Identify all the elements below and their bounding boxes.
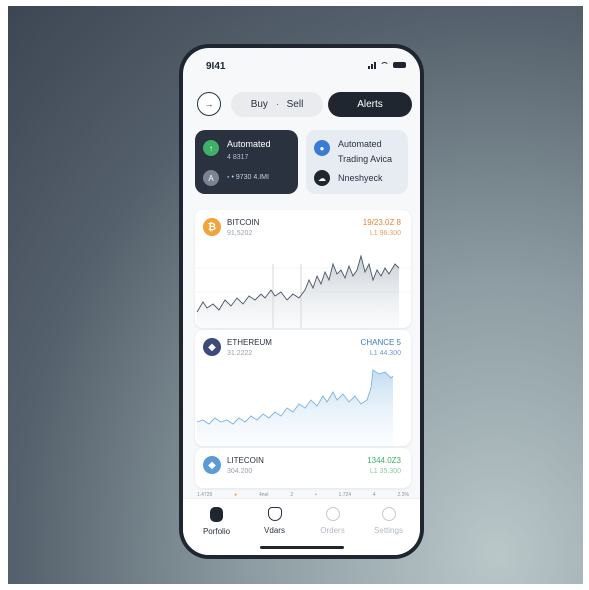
tab-label: Vdars <box>264 526 285 535</box>
shield-icon <box>267 507 282 521</box>
avatar-icon: A <box>203 170 219 186</box>
buy-label[interactable]: Buy <box>251 99 268 110</box>
automated-card-footer: ▪ • 9730 4.IMI <box>227 174 269 181</box>
trading-card-footer: Nneshyeck <box>338 173 383 183</box>
wifi-icon <box>380 61 389 69</box>
wallet-icon <box>210 507 223 522</box>
bitcoin-card[interactable]: ₿ BITCOIN 91,5202 19/23.0Z 8 L1 96.300 <box>195 210 411 328</box>
coin-value: 19/23.0Z 8 <box>362 218 401 227</box>
home-indicator[interactable] <box>260 546 344 549</box>
coin-value: CHANCE 5 <box>360 338 401 347</box>
automated-card-value: 4 8317 <box>227 154 249 161</box>
coin-value: 1344.0Z3 <box>367 456 401 465</box>
ethereum-card[interactable]: ◆ ETHEREUM 31.2222 CHANCE 5 L1 44.300 <box>195 330 411 446</box>
phone-screen: 9I41 → Buy · Sell Alerts ↑ Automated 4 8… <box>183 48 420 555</box>
automated-footer-text: • 9730 4.IMI <box>231 174 269 181</box>
coin-sub: 31.2222 <box>227 350 253 357</box>
back-button[interactable]: → <box>197 92 221 116</box>
ethereum-icon: ◆ <box>203 338 221 356</box>
status-time: 9I41 <box>206 61 226 72</box>
coin-price: L1 35.300 <box>369 468 401 475</box>
ethereum-chart <box>196 369 394 446</box>
coin-name: BITCOIN <box>227 218 260 227</box>
trading-card-title: Automated <box>338 139 382 149</box>
automated-card[interactable]: ↑ Automated 4 8317 A ▪ • 9730 4.IMI <box>195 130 298 194</box>
coin-sub: 304.200 <box>227 468 253 475</box>
tab-vdars[interactable]: Vdars <box>247 507 302 535</box>
coin-price: L1 96.300 <box>369 230 401 237</box>
tab-portfolio[interactable]: Porfolio <box>189 507 244 536</box>
signal-icon <box>368 61 376 69</box>
lock-icon: ▪ <box>227 174 230 181</box>
battery-icon <box>393 62 406 68</box>
arrow-right-icon: → <box>204 99 214 109</box>
toggle-separator: · <box>275 100 279 109</box>
trading-card[interactable]: ● Automated Trading Avica ☁ Nneshyeck <box>306 130 408 194</box>
cloud-icon: ☁ <box>314 170 330 186</box>
up-arrow-icon: ↑ <box>203 140 219 156</box>
tab-label: Orders <box>320 526 345 535</box>
litecoin-card[interactable]: ◆ LITECOIN 304.200 1344.0Z3 L1 35.300 <box>195 448 411 488</box>
tab-orders[interactable]: Orders <box>305 507 360 535</box>
tab-label: Porfolio <box>202 527 231 536</box>
phone-frame: 9I41 → Buy · Sell Alerts ↑ Automated 4 8… <box>179 44 424 559</box>
sell-label[interactable]: Sell <box>287 99 304 110</box>
alerts-button[interactable]: Alerts <box>328 92 412 117</box>
status-icons <box>368 61 406 69</box>
tab-settings[interactable]: Settings <box>361 507 416 535</box>
top-action-row: → Buy · Sell Alerts <box>197 92 413 118</box>
orders-icon <box>325 507 340 521</box>
litecoin-icon: ◆ <box>203 456 221 474</box>
coin-name: ETHEREUM <box>227 338 272 347</box>
coin-name: LITECOIN <box>227 456 264 465</box>
drop-icon: ● <box>314 140 330 156</box>
settings-icon <box>381 507 396 521</box>
coin-sub: 91,5202 <box>227 230 253 237</box>
bitcoin-chart <box>195 254 411 328</box>
tab-label: Settings <box>374 526 403 535</box>
automated-card-title: Automated <box>227 139 271 149</box>
buy-sell-toggle[interactable]: Buy · Sell <box>231 92 323 117</box>
coin-price: L1 44.300 <box>369 350 401 357</box>
trading-card-subtitle: Trading Avica <box>338 154 393 164</box>
bitcoin-icon: ₿ <box>203 218 221 236</box>
